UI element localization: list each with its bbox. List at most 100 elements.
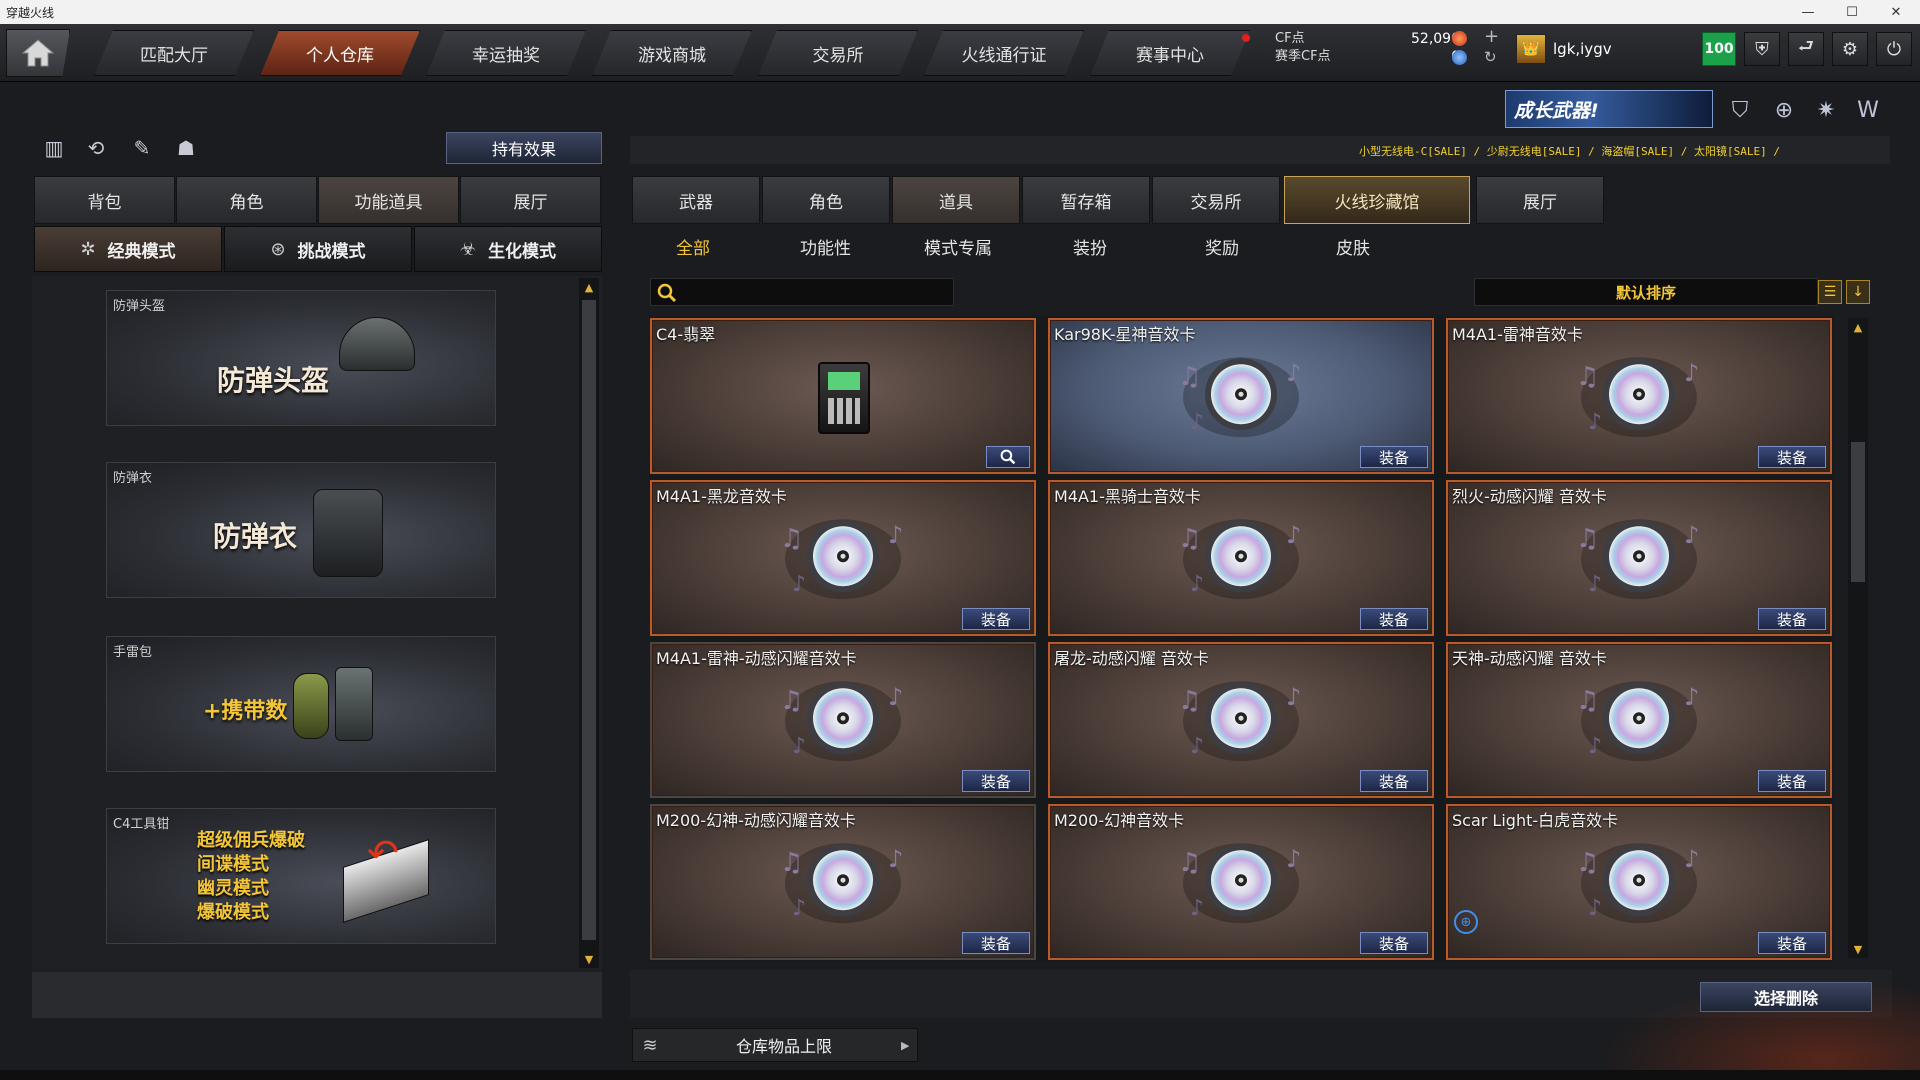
scroll-up-arrow-icon[interactable]: ▲: [579, 278, 599, 296]
nav-tab-event-center[interactable]: 赛事中心: [1090, 30, 1250, 76]
sort-dropdown[interactable]: 默认排序: [1474, 278, 1818, 306]
character-icon[interactable]: ✎: [126, 132, 158, 164]
user-avatar[interactable]: 👑: [1516, 34, 1546, 64]
right-tab-exchange[interactable]: 交易所: [1152, 176, 1280, 224]
equip-button[interactable]: 装备: [962, 608, 1030, 630]
equip-button[interactable]: 装备: [1758, 446, 1826, 468]
inspect-button[interactable]: [986, 446, 1030, 468]
right-tab-props[interactable]: 道具: [892, 176, 1020, 224]
equip-button[interactable]: 装备: [1360, 608, 1428, 630]
storage-limit-panel[interactable]: ≋ 仓库物品上限 ▶: [632, 1028, 918, 1062]
svg-text:♫: ♫: [1178, 848, 1201, 878]
item-card[interactable]: M4A1-雷神-动感闪耀音效卡 ♫ ♪ ♪ 装备: [650, 642, 1036, 798]
item-card[interactable]: Scar Light-白虎音效卡 ♫ ♪ ♪ ⊕ 装备: [1446, 804, 1832, 960]
card-bulletproof-helmet[interactable]: 防弹头盔 防弹头盔: [106, 290, 496, 426]
item-card[interactable]: M4A1-雷神音效卡 ♫ ♪ ♪ 装备: [1446, 318, 1832, 474]
equip-button[interactable]: 装备: [1360, 446, 1428, 468]
stats-icon[interactable]: ▥: [38, 132, 70, 164]
card-grenade-pack[interactable]: 手雷包 +携带数: [106, 636, 496, 772]
item-card[interactable]: Kar98K-星神音效卡 ♫ ♪ ♪ 装备: [1048, 318, 1434, 474]
list-view-icon[interactable]: ☰: [1818, 280, 1842, 304]
item-card[interactable]: 屠龙-动感闪耀 音效卡 ♫ ♪ ♪ 装备: [1048, 642, 1434, 798]
card-c4-pliers[interactable]: C4工具钳 超级佣兵爆破 间谍模式 幽灵模式 爆破模式 ↶: [106, 808, 496, 944]
equip-button[interactable]: 装备: [1360, 932, 1428, 954]
close-button[interactable]: ✕: [1874, 0, 1918, 24]
svg-text:♪: ♪: [1190, 572, 1204, 597]
holding-effect-button[interactable]: 持有效果: [446, 132, 602, 164]
equip-button[interactable]: 装备: [1758, 608, 1826, 630]
minimize-button[interactable]: —: [1786, 0, 1830, 24]
mask-icon[interactable]: ☗: [170, 132, 202, 164]
item-grid-scrollbar[interactable]: ▲ ▼: [1848, 318, 1868, 958]
scroll-down-arrow-icon[interactable]: ▼: [1848, 940, 1868, 958]
scroll-thumb[interactable]: [1851, 442, 1865, 582]
nav-tab-battle-pass[interactable]: 火线通行证: [924, 30, 1084, 76]
grenade-pack-icon: [335, 667, 373, 741]
card-bulletproof-vest[interactable]: 防弹衣 防弹衣: [106, 462, 496, 598]
scroll-down-arrow-icon[interactable]: ▼: [579, 950, 599, 968]
equip-button[interactable]: 装备: [962, 932, 1030, 954]
shield-icon[interactable]: ⛨: [1744, 32, 1780, 66]
subtab-all[interactable]: 全部: [676, 234, 710, 262]
level-badge[interactable]: 100: [1702, 32, 1736, 66]
right-tab-showroom[interactable]: 展厅: [1476, 176, 1604, 224]
subtab-mode-exclusive[interactable]: 模式专属: [924, 234, 992, 262]
equip-button[interactable]: 装备: [1360, 770, 1428, 792]
item-card[interactable]: M200-幻神音效卡 ♫ ♪ ♪ 装备: [1048, 804, 1434, 960]
item-card[interactable]: M200-幻神-动感闪耀音效卡 ♫ ♪ ♪ 装备: [650, 804, 1036, 960]
item-card[interactable]: 天神-动感闪耀 音效卡 ♫ ♪ ♪ 装备: [1446, 642, 1832, 798]
left-tab-role[interactable]: 角色: [176, 176, 317, 224]
svg-text:♪: ♪: [888, 845, 903, 873]
right-tab-temp-box[interactable]: 暂存箱: [1022, 176, 1150, 224]
refresh-icon[interactable]: ↻: [1484, 48, 1497, 66]
equip-button[interactable]: 装备: [1758, 932, 1826, 954]
nav-tab-match-lobby[interactable]: 匹配大厅: [94, 30, 254, 76]
item-card[interactable]: 烈火-动感闪耀 音效卡 ♫ ♪ ♪ 装备: [1446, 480, 1832, 636]
add-icon[interactable]: +: [1484, 26, 1499, 47]
left-list-scrollbar[interactable]: ▲ ▼: [579, 278, 599, 968]
subtab-dressup[interactable]: 装扮: [1073, 234, 1107, 262]
equip-button[interactable]: 装备: [962, 770, 1030, 792]
subtab-rewards[interactable]: 奖励: [1205, 234, 1239, 262]
left-tab-showroom[interactable]: 展厅: [460, 176, 601, 224]
crosshair-icon[interactable]: ⊕: [1766, 92, 1802, 128]
right-tab-role[interactable]: 角色: [762, 176, 890, 224]
nav-tab-game-mall[interactable]: 游戏商城: [592, 30, 752, 76]
search-input[interactable]: [650, 278, 954, 306]
mode-tab-classic[interactable]: ✲ 经典模式: [34, 226, 222, 272]
nav-tab-personal-warehouse[interactable]: 个人仓库: [260, 30, 420, 76]
select-delete-button[interactable]: 选择删除: [1700, 982, 1872, 1012]
scroll-up-arrow-icon[interactable]: ▲: [1848, 318, 1868, 336]
mode-tab-challenge[interactable]: ⊛ 挑战模式: [224, 226, 412, 272]
scroll-thumb[interactable]: [582, 300, 596, 940]
equip-button[interactable]: 装备: [1758, 770, 1826, 792]
svg-text:♫: ♫: [1576, 848, 1599, 878]
gear-icon[interactable]: ⚙: [1832, 32, 1868, 66]
season-cf-value: 0: [1380, 48, 1460, 66]
nav-tab-exchange[interactable]: 交易所: [758, 30, 918, 76]
item-card[interactable]: M4A1-黑骑士音效卡 ♫ ♪ ♪ 装备: [1048, 480, 1434, 636]
home-button[interactable]: [6, 29, 70, 77]
wings-icon[interactable]: W: [1850, 92, 1886, 128]
badge-icon[interactable]: ✷: [1808, 92, 1844, 128]
history-icon[interactable]: ⟲: [80, 132, 112, 164]
subtab-skins[interactable]: 皮肤: [1336, 234, 1370, 262]
expand-arrow-icon[interactable]: ▶: [901, 1039, 917, 1052]
power-icon[interactable]: ⏻: [1876, 32, 1912, 66]
subtab-functional[interactable]: 功能性: [800, 234, 851, 262]
exit-icon[interactable]: ⮐: [1788, 32, 1824, 66]
sort-label: 默认排序: [1615, 283, 1676, 302]
mode-tab-biochem[interactable]: ☣ 生化模式: [414, 226, 602, 272]
nav-tab-lucky-draw[interactable]: 幸运抽奖: [426, 30, 586, 76]
item-card[interactable]: C4-翡翠: [650, 318, 1036, 474]
growth-weapon-banner[interactable]: 成长武器!: [1505, 90, 1713, 128]
left-tab-function-items[interactable]: 功能道具: [318, 176, 459, 224]
right-tab-weapons[interactable]: 武器: [632, 176, 760, 224]
right-tab-collection[interactable]: 火线珍藏馆: [1284, 176, 1470, 224]
item-card[interactable]: M4A1-黑龙音效卡 ♫ ♪ ♪ 装备: [650, 480, 1036, 636]
svg-text:♪: ♪: [1286, 845, 1301, 873]
left-tab-backpack[interactable]: 背包: [34, 176, 175, 224]
maximize-button[interactable]: ☐: [1830, 0, 1874, 24]
sort-direction-icon[interactable]: ↓: [1846, 280, 1870, 304]
emblem-icon[interactable]: ⛉: [1722, 92, 1758, 128]
